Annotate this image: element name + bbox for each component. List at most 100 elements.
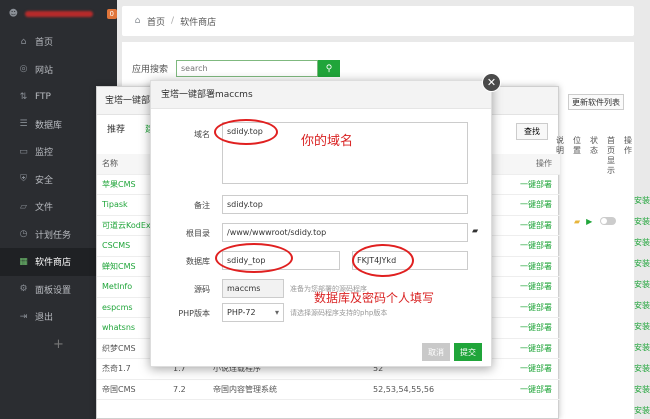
- store-row: 安装: [556, 379, 650, 399]
- notification-badge[interactable]: 0: [106, 9, 117, 19]
- submit-button[interactable]: 提交: [454, 343, 482, 361]
- tab-recommend[interactable]: 推荐: [97, 120, 135, 137]
- db-password-highlight-ring: [352, 244, 414, 277]
- sidebar-item-label: 退出: [35, 313, 54, 324]
- install-link[interactable]: 安装: [634, 258, 650, 269]
- store-row: 安装: [556, 400, 650, 419]
- sidebar-item[interactable]: ◎ 网站: [0, 56, 117, 84]
- deploy-link[interactable]: 一键部署: [493, 220, 560, 231]
- deploy-link[interactable]: 一键部署: [493, 240, 560, 251]
- store-row: 安装: [556, 358, 650, 378]
- deploy-link[interactable]: 一键部署: [493, 199, 560, 210]
- play-icon[interactable]: ▶: [586, 217, 592, 226]
- header-action: 操作: [536, 159, 552, 169]
- db-user-highlight-ring: [215, 243, 293, 273]
- store-row: 安装: [556, 253, 650, 273]
- install-link[interactable]: 安装: [634, 405, 650, 416]
- sidebar-item-label: 面板设置: [35, 285, 72, 296]
- store-row: 安装: [556, 274, 650, 294]
- breadcrumb-home[interactable]: 首页: [147, 15, 165, 28]
- deploy-link[interactable]: 一键部署: [493, 363, 560, 374]
- breadcrumb: ⌂ 首页 / 软件商店: [122, 6, 634, 36]
- domain-annotation: 你的域名: [301, 134, 354, 149]
- app-name: 帝国CMS: [102, 384, 136, 394]
- install-link[interactable]: 安装: [634, 216, 650, 227]
- root-dir-label: 根目录: [186, 229, 210, 238]
- homepage-toggle[interactable]: [600, 217, 617, 225]
- app-search-label: 应用搜索: [132, 65, 169, 75]
- install-link[interactable]: 安装: [634, 300, 650, 311]
- install-link[interactable]: 安装: [634, 195, 650, 206]
- database-icon: ☰: [19, 119, 28, 130]
- sidebar-item-label: 安全: [35, 175, 54, 186]
- settings-icon: ⚙: [19, 284, 28, 295]
- sidebar-item-label: FTP: [35, 91, 51, 102]
- php-version-select[interactable]: PHP-72: [222, 303, 284, 322]
- install-link[interactable]: 安装: [634, 321, 650, 332]
- globe-icon: ◎: [19, 64, 28, 75]
- folder-icon: ▱: [20, 201, 27, 212]
- cancel-button[interactable]: 取消: [422, 343, 450, 361]
- deploy-link[interactable]: 一键部署: [493, 281, 560, 292]
- domain-label: 域名: [194, 130, 210, 139]
- app-search-button[interactable]: ⚲: [318, 60, 341, 77]
- sidebar-item-label: 软件商店: [35, 258, 72, 269]
- root-dir-input[interactable]: /www/wwwroot/sdidy.top: [222, 223, 468, 242]
- table-row: 帝国CMS 7.2 帝国内容管理系统 52,53,54,55,56 一键部署: [97, 380, 560, 400]
- user-icon: ☻: [8, 9, 19, 19]
- store-header-cell: 说明: [556, 136, 564, 155]
- install-link[interactable]: 安装: [634, 363, 650, 374]
- install-link[interactable]: 安装: [634, 237, 650, 248]
- deploy-link[interactable]: 一键部署: [493, 343, 560, 354]
- install-link[interactable]: 安装: [634, 384, 650, 395]
- breadcrumb-separator: /: [171, 16, 175, 26]
- modal-title: 宝塔一键部署maccms: [151, 81, 491, 109]
- folder-icon[interactable]: ▰: [472, 226, 478, 235]
- source-label: 源码: [194, 285, 210, 294]
- app-search-input[interactable]: [176, 60, 319, 77]
- sidebar-item-label: 数据库: [35, 120, 63, 131]
- store-row: 安装: [556, 190, 650, 210]
- store-row: 安装: [556, 295, 650, 315]
- install-link[interactable]: 安装: [634, 342, 650, 353]
- php-version-hint: 请选择源码程序支持的php版本: [290, 309, 388, 317]
- monitor-icon: ▭: [19, 146, 28, 157]
- store-row: ▰ ▶ 安装: [556, 211, 650, 231]
- store-header-cell: 位置: [573, 136, 581, 155]
- update-software-list-button[interactable]: 更新软件列表: [568, 94, 624, 110]
- sidebar-header: ☻ 0: [0, 0, 117, 28]
- install-link[interactable]: 安装: [634, 279, 650, 290]
- deploy-link[interactable]: 一键部署: [493, 302, 560, 313]
- search-icon: ⚲: [325, 63, 333, 73]
- shield-icon: ⛨: [20, 174, 27, 185]
- ftp-icon: ⇅: [19, 91, 28, 102]
- store-row: 安装: [556, 337, 650, 357]
- deploy-link[interactable]: 一键部署: [493, 384, 560, 395]
- home-icon: ⌂: [134, 16, 141, 26]
- app-version: 7.2: [173, 384, 186, 394]
- source-input: maccms: [222, 279, 284, 298]
- app-description: 帝国内容管理系统: [213, 384, 277, 394]
- sidebar-item-label: 监控: [35, 148, 54, 159]
- find-button[interactable]: 查找: [516, 123, 548, 140]
- app-php-versions: 52,53,54,55,56: [373, 384, 435, 394]
- grid-icon: ▦: [19, 256, 28, 267]
- sidebar-item-label: 首页: [35, 38, 54, 49]
- deploy-link[interactable]: 一键部署: [493, 179, 560, 190]
- store-header-cell: 操作: [624, 136, 632, 155]
- deploy-link[interactable]: 一键部署: [493, 261, 560, 272]
- logout-icon: ⇥: [19, 311, 28, 322]
- remark-input[interactable]: sdidy.top: [222, 195, 468, 214]
- database-label: 数据库: [186, 257, 210, 266]
- sidebar-item-label: 文件: [35, 203, 54, 214]
- folder-icon[interactable]: ▰: [574, 217, 580, 226]
- sidebar-item-label: 计划任务: [35, 230, 72, 241]
- redacted-username: [24, 11, 93, 17]
- store-row: 安装: [556, 232, 650, 252]
- breadcrumb-current: 软件商店: [180, 17, 217, 28]
- domain-highlight-ring: [214, 119, 278, 145]
- close-icon[interactable]: ✕: [482, 73, 501, 92]
- deploy-link[interactable]: 一键部署: [493, 322, 560, 333]
- database-annotation: 数据库及密码个人填写: [314, 291, 435, 305]
- sidebar-item[interactable]: ⌂ 首页: [0, 28, 117, 56]
